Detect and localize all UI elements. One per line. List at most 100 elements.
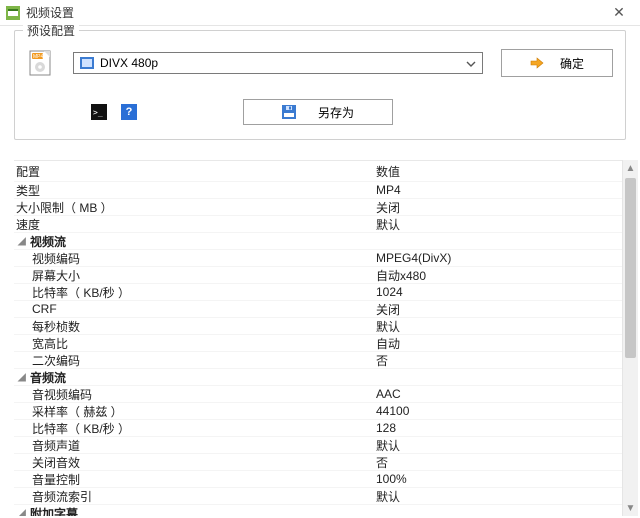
property-value: 关闭 [376,201,400,215]
property-value-cell[interactable]: 关闭 [374,199,622,216]
save-as-button-label: 另存为 [318,104,354,121]
property-value: MP4 [376,183,401,197]
console-icon[interactable]: >_ [91,104,107,120]
property-name: 大小限制（ MB ） [16,199,113,216]
app-icon [6,6,20,20]
property-value: 1024 [376,285,403,299]
property-row[interactable]: 采样率（ 赫兹 ） 44100 [14,402,622,419]
preset-legend: 预设配置 [23,22,79,39]
property-grid: 配置 数值 类型MP4大小限制（ MB ）关闭速度默认◢视频流视频编码MPEG4… [14,160,638,516]
expand-collapse-icon[interactable]: ◢ [18,236,28,247]
help-icon: ? [126,106,133,118]
property-name: 音频流 [30,369,66,386]
property-name-cell: 屏幕大小 [14,267,374,284]
property-name-cell: 音频流索引 [14,488,374,505]
property-name-cell: 音频声道 [14,437,374,454]
expand-collapse-icon[interactable]: ◢ [18,372,28,383]
property-value: AAC [376,387,401,401]
property-value-cell[interactable]: 128 [374,421,622,435]
property-value: 默认 [376,218,400,232]
property-name-cell: ◢音频流 [14,369,374,386]
property-row[interactable]: 比特率（ KB/秒 ） 128 [14,419,622,436]
expand-collapse-icon[interactable]: ◢ [18,508,28,517]
property-value-cell[interactable]: 1024 [374,285,622,299]
arrow-right-icon [530,57,544,69]
preset-select[interactable]: DIVX 480p [73,52,483,74]
property-grid-header: 配置 数值 [14,161,622,181]
property-name-cell: 关闭音效 [14,454,374,471]
property-name-cell: 速度 [14,216,374,233]
property-row[interactable]: CRF关闭 [14,300,622,317]
property-value: 自动x480 [376,269,426,283]
property-value-cell[interactable]: AAC [374,387,622,401]
property-name: 类型 [16,182,40,199]
property-value-cell[interactable]: MPEG4(DivX) [374,251,622,265]
property-name: 音量控制 [32,471,80,488]
property-grid-scroll: 配置 数值 类型MP4大小限制（ MB ）关闭速度默认◢视频流视频编码MPEG4… [14,160,622,516]
property-value: 44100 [376,404,409,418]
property-value: 关闭 [376,303,400,317]
property-group-header[interactable]: ◢音频流 [14,368,622,385]
property-value-cell[interactable]: 自动x480 [374,267,622,284]
header-config: 配置 [14,163,374,180]
property-name-cell: 比特率（ KB/秒 ） [14,420,374,437]
property-row[interactable]: 每秒桢数默认 [14,317,622,334]
property-value-cell[interactable]: 自动 [374,335,622,352]
property-name: 采样率（ 赫兹 ） [32,403,123,420]
property-value-cell[interactable]: 默认 [374,437,622,454]
property-name: 附加字幕 [30,505,78,517]
property-name: 比特率（ KB/秒 ） [32,420,130,437]
property-row[interactable]: 类型 MP4 [14,181,622,198]
svg-text:>_: >_ [93,108,103,117]
vertical-scrollbar[interactable]: ▲ ▼ [622,160,638,516]
property-row[interactable]: 比特率（ KB/秒 ） 1024 [14,283,622,300]
property-row[interactable]: 屏幕大小自动x480 [14,266,622,283]
confirm-button[interactable]: 确定 [501,49,613,77]
property-name-cell: 宽高比 [14,335,374,352]
tools-row: >_ ? 另存为 [27,99,613,125]
property-row[interactable]: 大小限制（ MB ） 关闭 [14,198,622,215]
property-name: 比特率（ KB/秒 ） [32,284,130,301]
property-row[interactable]: 速度默认 [14,215,622,232]
property-value-cell[interactable]: 默认 [374,216,622,233]
property-row[interactable]: 二次编码 否 [14,351,622,368]
property-row[interactable]: 关闭音效否 [14,453,622,470]
property-value: 否 [376,354,388,368]
property-value-cell[interactable]: 默认 [374,488,622,505]
header-value: 数值 [374,163,622,180]
property-name-cell: 音量控制 [14,471,374,488]
property-name: 音视频编码 [32,386,92,403]
property-name: 二次编码 [32,352,80,369]
property-row[interactable]: 音量控制 100% [14,470,622,487]
property-value: 128 [376,421,396,435]
scroll-thumb[interactable] [625,178,636,358]
scroll-up-button[interactable]: ▲ [623,160,638,176]
property-row[interactable]: 音频声道 默认 [14,436,622,453]
property-name: 音频声道 [32,437,80,454]
property-value-cell[interactable]: 默认 [374,318,622,335]
property-name: 视频编码 [32,250,80,267]
save-as-button[interactable]: 另存为 [243,99,393,125]
property-value-cell[interactable]: 否 [374,352,622,369]
property-value-cell[interactable]: MP4 [374,183,622,197]
help-button[interactable]: ? [121,104,137,120]
property-row[interactable]: 视频编码 MPEG4(DivX) [14,249,622,266]
confirm-button-label: 确定 [560,55,584,72]
property-row[interactable]: 音视频编码 AAC [14,385,622,402]
property-name-cell: 音视频编码 [14,386,374,403]
property-value: 默认 [376,490,400,504]
preset-groupbox: 预设配置 MP4 DIVX 480p 确定 [14,30,626,140]
property-value-cell[interactable]: 否 [374,454,622,471]
property-group-header[interactable]: ◢视频流 [14,232,622,249]
property-row[interactable]: 音频流索引默认 [14,487,622,504]
window-title: 视频设置 [26,4,604,21]
property-row[interactable]: 宽高比自动 [14,334,622,351]
property-name-cell: 类型 [14,182,374,199]
property-name-cell: 视频编码 [14,250,374,267]
property-value-cell[interactable]: 100% [374,472,622,486]
scroll-down-button[interactable]: ▼ [623,500,638,516]
property-value-cell[interactable]: 关闭 [374,301,622,318]
property-value-cell[interactable]: 44100 [374,404,622,418]
close-button[interactable]: ✕ [604,3,634,23]
property-group-header[interactable]: ◢附加字幕 [14,504,622,516]
